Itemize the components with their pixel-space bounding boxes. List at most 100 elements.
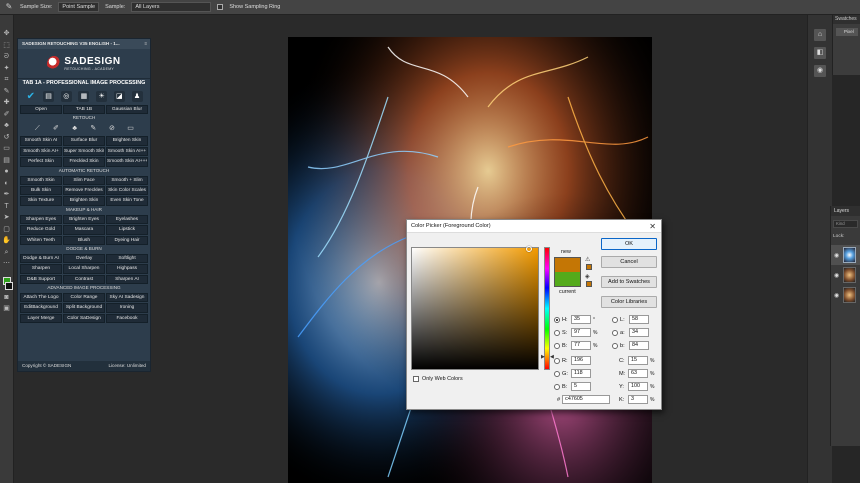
grid-icon[interactable]: ▦	[78, 90, 90, 102]
hue-slider[interactable]	[544, 247, 550, 370]
hand-tool-icon[interactable]: ✋	[2, 236, 11, 245]
close-icon[interactable]: ✕	[649, 220, 656, 233]
dodge-btn[interactable]: Sharpen	[20, 264, 62, 274]
retouch-btn[interactable]: Smooth Skin AI++	[106, 146, 148, 157]
layers-icon[interactable]: ◪	[113, 90, 125, 102]
gradient-tool-icon[interactable]: ▤	[2, 156, 11, 165]
properties-panel-icon[interactable]: ◧	[814, 47, 826, 59]
auto-btn[interactable]: Smooth + Slim	[106, 175, 148, 185]
retouch-btn[interactable]: Smooth Skin AI+	[20, 146, 62, 157]
auto-btn[interactable]: Bulk Skin	[20, 185, 62, 196]
auto-btn[interactable]: Skin Color Scales	[106, 185, 148, 196]
shape-tool-icon[interactable]: ▢	[2, 225, 11, 234]
lab-l-radio[interactable]	[612, 316, 618, 323]
cyan-input[interactable]: 15	[628, 356, 648, 365]
hue-input[interactable]: 35	[571, 315, 591, 324]
black-input[interactable]: 3	[628, 395, 648, 404]
advanced-btn[interactable]: EditBackground	[20, 303, 62, 313]
cancel-button[interactable]: Cancel	[601, 256, 657, 268]
auto-btn[interactable]: Smooth Skin	[20, 175, 62, 185]
makeup-btn[interactable]: Dyeing Hair	[106, 235, 148, 245]
green-input[interactable]: 118	[571, 369, 591, 378]
makeup-btn[interactable]: Sharpen Eyes	[20, 214, 62, 225]
gaussian-blur-button[interactable]: Gaussian Blur	[106, 105, 148, 115]
makeup-btn[interactable]: Whiten Teeth	[20, 235, 62, 245]
layer-row[interactable]: ◉	[831, 265, 860, 285]
dodge-btn[interactable]: Dodge & Burn AI	[20, 253, 62, 264]
advanced-btn[interactable]: Color Range	[63, 293, 105, 303]
zoom-tool-icon[interactable]: ⌕	[2, 248, 11, 257]
red-radio[interactable]	[554, 357, 560, 364]
retouch-btn[interactable]: Perfect Skin	[20, 157, 62, 167]
more-tools-icon[interactable]: ⋯	[2, 259, 11, 268]
eraser-icon[interactable]: ▭	[126, 124, 135, 133]
blur-tool-icon[interactable]: ●	[2, 167, 11, 176]
lab-a-radio[interactable]	[612, 329, 618, 336]
swatch-item[interactable]: Pixel	[836, 28, 858, 36]
yellow-input[interactable]: 100	[628, 382, 648, 391]
red-input[interactable]: 196	[571, 356, 591, 365]
magenta-input[interactable]: 63	[628, 369, 648, 378]
layer-row[interactable]: ◉	[831, 245, 860, 265]
advanced-btn[interactable]: Split Background	[63, 303, 105, 313]
dodge-btn[interactable]: D&B Support	[20, 274, 62, 285]
crop-tool-icon[interactable]: ⌗	[2, 75, 11, 84]
stamp-tool-icon[interactable]: ♣	[2, 121, 11, 130]
blue-radio[interactable]	[554, 383, 560, 390]
advanced-btn[interactable]: Attach The Logo	[20, 293, 62, 303]
sample-select[interactable]: All Layers	[131, 2, 212, 12]
lab-l-input[interactable]: 58	[629, 315, 649, 324]
brightness-icon[interactable]: ☀	[96, 90, 108, 102]
web-only-option[interactable]: Only Web Colors	[413, 376, 463, 382]
layers-kind-filter[interactable]: Kind	[833, 220, 858, 228]
brightness-radio[interactable]	[554, 342, 560, 349]
current-color-swatch[interactable]	[554, 272, 581, 287]
dodge-btn[interactable]: Local Sharpen	[63, 264, 105, 274]
tab-1b-button[interactable]: TAB 1B	[63, 105, 105, 115]
retouch-btn[interactable]: Smooth Skin AI+++	[106, 157, 148, 167]
bandage-icon[interactable]: ⊘	[107, 124, 116, 133]
makeup-btn[interactable]: Reduce Gold	[20, 225, 62, 235]
lab-a-input[interactable]: 34	[629, 328, 649, 337]
screen-mode-icon[interactable]: ▣	[2, 304, 11, 313]
brush-tool-icon[interactable]: ✐	[2, 110, 11, 119]
web-safe-color-chip[interactable]	[586, 281, 592, 287]
advanced-btn[interactable]: Sky AI Sadesign	[106, 293, 148, 303]
quick-mask-icon[interactable]: ◙	[2, 293, 11, 302]
panel-menu-icon[interactable]: ≡	[144, 39, 147, 49]
move-tool-icon[interactable]: ✥	[2, 29, 11, 38]
add-to-swatches-button[interactable]: Add to Swatches	[601, 276, 657, 288]
auto-btn[interactable]: Brighten Skin	[63, 196, 105, 206]
web-only-checkbox[interactable]	[413, 376, 419, 382]
hue-slider-left-arrow-icon[interactable]: ▶	[541, 354, 545, 360]
dodge-btn[interactable]: Overlay	[63, 253, 105, 264]
color-libraries-button[interactable]: Color Libraries	[601, 296, 657, 308]
retouch-btn[interactable]: Surface Blur	[63, 136, 105, 146]
eyedropper-tool-icon[interactable]: ✎	[2, 87, 11, 96]
color-field-cursor[interactable]	[526, 246, 532, 252]
out-of-gamut-warning-icon[interactable]: ⚠	[585, 256, 590, 263]
dodge-tool-icon[interactable]: ◐	[2, 179, 11, 188]
eye-icon[interactable]: ◉	[834, 272, 840, 279]
makeup-btn[interactable]: Brighten Eyes	[63, 214, 105, 225]
path-select-icon[interactable]: ➤	[2, 213, 11, 222]
marquee-tool-icon[interactable]: ⬚	[2, 41, 11, 50]
advanced-btn[interactable]: Facebook	[106, 313, 148, 324]
history-brush-icon[interactable]: ↺	[2, 133, 11, 142]
auto-btn[interactable]: Remove Freckles	[63, 185, 105, 196]
lasso-tool-icon[interactable]: ᘐ	[2, 52, 11, 61]
auto-btn[interactable]: Slim Face	[63, 175, 105, 185]
retouch-btn[interactable]: Smooth Skin AI	[20, 136, 62, 146]
advanced-btn[interactable]: Color SaDesign	[63, 313, 105, 324]
retouch-btn[interactable]: Brighten Skin	[106, 136, 148, 146]
auto-btn[interactable]: Skin Texture	[20, 196, 62, 206]
ok-button[interactable]: OK	[601, 238, 657, 250]
saturation-radio[interactable]	[554, 329, 560, 336]
advanced-btn[interactable]: Layer Merge	[20, 313, 62, 324]
web-safe-warning-icon[interactable]: ◈	[585, 273, 590, 280]
retouch-btn[interactable]: Super Smooth Skin	[63, 146, 105, 157]
brightness-input[interactable]: 77	[571, 341, 591, 350]
dodge-btn[interactable]: Contrast	[63, 274, 105, 285]
background-color-swatch[interactable]	[4, 282, 13, 290]
lab-b-input[interactable]: 84	[629, 341, 649, 350]
